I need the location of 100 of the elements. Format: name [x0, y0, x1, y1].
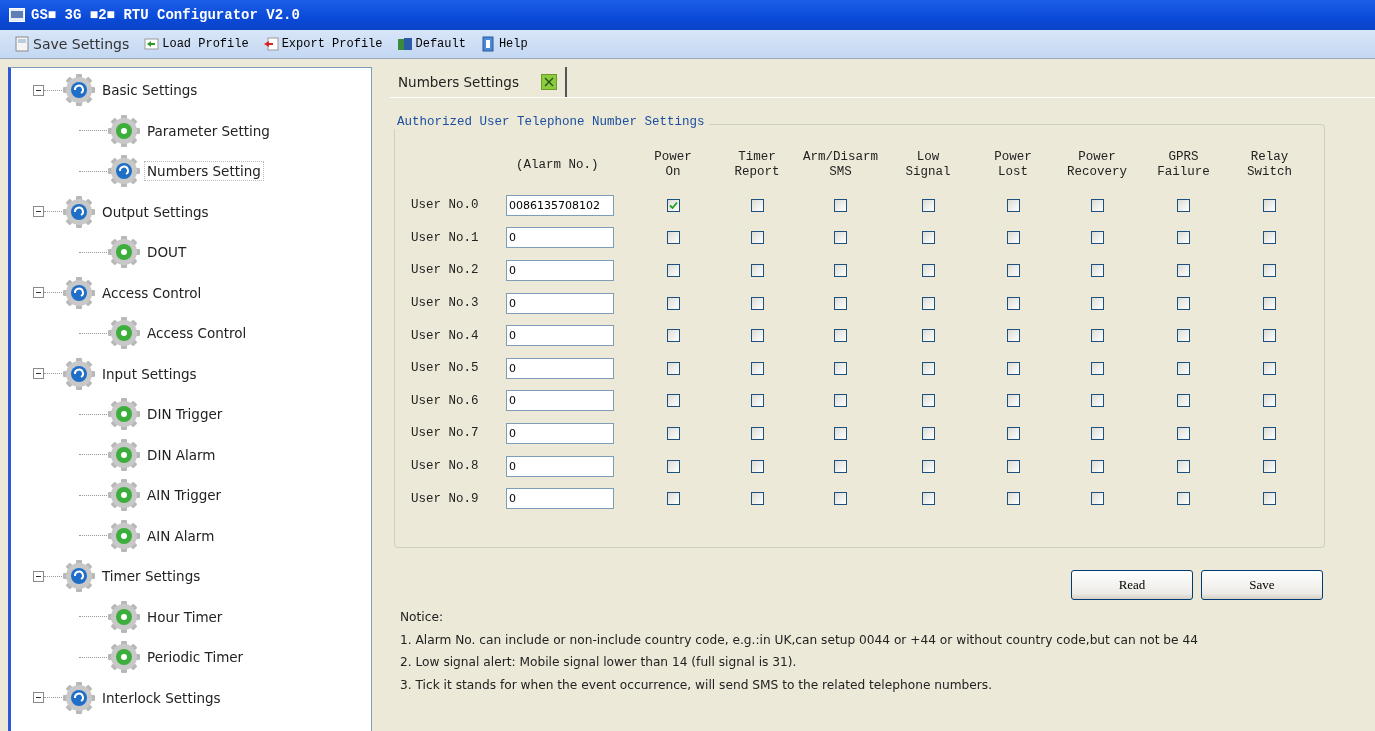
checkbox[interactable]: [921, 231, 935, 245]
checkbox[interactable]: [1090, 231, 1104, 245]
collapse-toggle[interactable]: [33, 206, 44, 218]
checkbox[interactable]: [921, 329, 935, 343]
checkbox[interactable]: [834, 198, 847, 212]
checkbox[interactable]: [666, 264, 680, 277]
toolbar-button[interactable]: Default: [394, 34, 468, 54]
checkbox[interactable]: [1177, 426, 1190, 440]
checkbox[interactable]: [1177, 231, 1190, 245]
checkbox[interactable]: [1006, 361, 1020, 375]
checkbox[interactable]: [1263, 394, 1276, 408]
checkbox[interactable]: [750, 264, 764, 277]
close-icon[interactable]: [540, 74, 557, 90]
tree-item[interactable]: Interlock Settings: [100, 688, 223, 707]
checkbox[interactable]: [1177, 492, 1190, 506]
phone-input[interactable]: 0: [506, 260, 614, 281]
tree-item[interactable]: Access Control: [145, 324, 249, 343]
tree-item[interactable]: Output Settings: [100, 202, 211, 221]
checkbox[interactable]: [666, 329, 680, 343]
phone-input[interactable]: 0: [506, 488, 614, 510]
checkbox[interactable]: [1090, 329, 1104, 343]
checkbox[interactable]: [1006, 231, 1020, 245]
checkbox[interactable]: [921, 296, 935, 310]
checkbox[interactable]: [921, 459, 935, 473]
checkbox[interactable]: [921, 264, 935, 277]
checkbox[interactable]: [834, 329, 847, 343]
checkbox[interactable]: [834, 492, 847, 506]
checkbox[interactable]: [1177, 264, 1190, 277]
checkbox[interactable]: [750, 394, 764, 408]
checkbox[interactable]: [1090, 198, 1104, 212]
collapse-toggle[interactable]: [33, 368, 44, 380]
phone-input[interactable]: 0: [506, 292, 614, 314]
checkbox[interactable]: [666, 492, 680, 506]
checkbox[interactable]: [834, 296, 847, 310]
phone-input[interactable]: 0: [506, 422, 614, 444]
checkbox[interactable]: [666, 231, 680, 245]
checkbox[interactable]: [1263, 264, 1276, 277]
toolbar-button[interactable]: Save Settings: [12, 34, 132, 54]
checkbox[interactable]: [750, 459, 764, 473]
collapse-toggle[interactable]: [33, 570, 44, 582]
toolbar-button[interactable]: Export Profile: [260, 34, 385, 54]
checkbox[interactable]: [921, 198, 935, 212]
checkbox[interactable]: [1090, 394, 1104, 408]
checkbox[interactable]: [921, 361, 935, 375]
collapse-toggle[interactable]: [33, 287, 44, 299]
checkbox[interactable]: [1006, 426, 1020, 440]
checkbox[interactable]: [1263, 426, 1276, 440]
checkbox[interactable]: [1263, 361, 1276, 375]
checkbox[interactable]: [1006, 492, 1020, 506]
checkbox[interactable]: [666, 296, 680, 310]
checkbox[interactable]: [834, 426, 847, 440]
checkbox[interactable]: [1006, 459, 1020, 473]
tree-item[interactable]: Basic Settings: [100, 81, 200, 100]
tree-item[interactable]: Input Settings: [100, 364, 199, 383]
checkbox[interactable]: [1177, 296, 1190, 310]
checkbox[interactable]: [1263, 459, 1276, 473]
checkbox[interactable]: [1090, 459, 1104, 473]
checkbox[interactable]: [750, 198, 764, 212]
checkbox[interactable]: [750, 492, 764, 506]
button[interactable]: Save: [1201, 570, 1323, 600]
checkbox[interactable]: [834, 459, 847, 473]
checkbox[interactable]: [834, 361, 847, 375]
tree-item[interactable]: Numbers Setting: [145, 162, 263, 181]
tree-item[interactable]: Hour Timer: [145, 607, 225, 626]
phone-input[interactable]: 0086135708102: [506, 194, 614, 216]
checkbox[interactable]: [1090, 426, 1104, 440]
tree-item[interactable]: AIN Alarm: [145, 526, 217, 545]
checkbox[interactable]: [921, 426, 935, 440]
checkbox[interactable]: [1177, 329, 1190, 343]
collapse-toggle[interactable]: [33, 692, 44, 704]
checkbox[interactable]: [1006, 329, 1020, 343]
checkbox[interactable]: [1263, 329, 1276, 343]
toolbar-button[interactable]: Help: [477, 34, 530, 54]
phone-input[interactable]: 0: [506, 227, 614, 249]
checkbox[interactable]: [1177, 394, 1190, 408]
checkbox[interactable]: [750, 296, 764, 310]
checkbox[interactable]: [750, 329, 764, 343]
tree-item[interactable]: DOUT: [145, 243, 189, 262]
checkbox[interactable]: [1263, 492, 1276, 506]
checkbox[interactable]: [1006, 198, 1020, 212]
checkbox[interactable]: [750, 361, 764, 375]
checkbox[interactable]: [1263, 198, 1276, 212]
checkbox[interactable]: [1263, 231, 1276, 245]
checkbox[interactable]: [834, 264, 847, 277]
tree-item[interactable]: AIN Trigger: [145, 486, 224, 505]
checkbox[interactable]: [834, 394, 847, 408]
tree-item[interactable]: Access Control: [100, 283, 204, 302]
checkbox[interactable]: [1177, 459, 1190, 473]
checkbox[interactable]: [750, 426, 764, 440]
tree-item[interactable]: Periodic Timer: [145, 648, 246, 667]
tree-item[interactable]: DIN Alarm: [145, 445, 218, 464]
checkbox[interactable]: [1006, 296, 1020, 310]
tree-item[interactable]: DIN Trigger: [145, 405, 225, 424]
checkbox[interactable]: [921, 394, 935, 408]
checkbox[interactable]: [666, 361, 680, 375]
checkbox[interactable]: [666, 394, 680, 408]
checkbox[interactable]: [834, 231, 847, 245]
tree-item[interactable]: Timer Settings: [100, 567, 203, 586]
checkbox[interactable]: [1006, 264, 1020, 277]
checkbox[interactable]: [921, 492, 935, 506]
